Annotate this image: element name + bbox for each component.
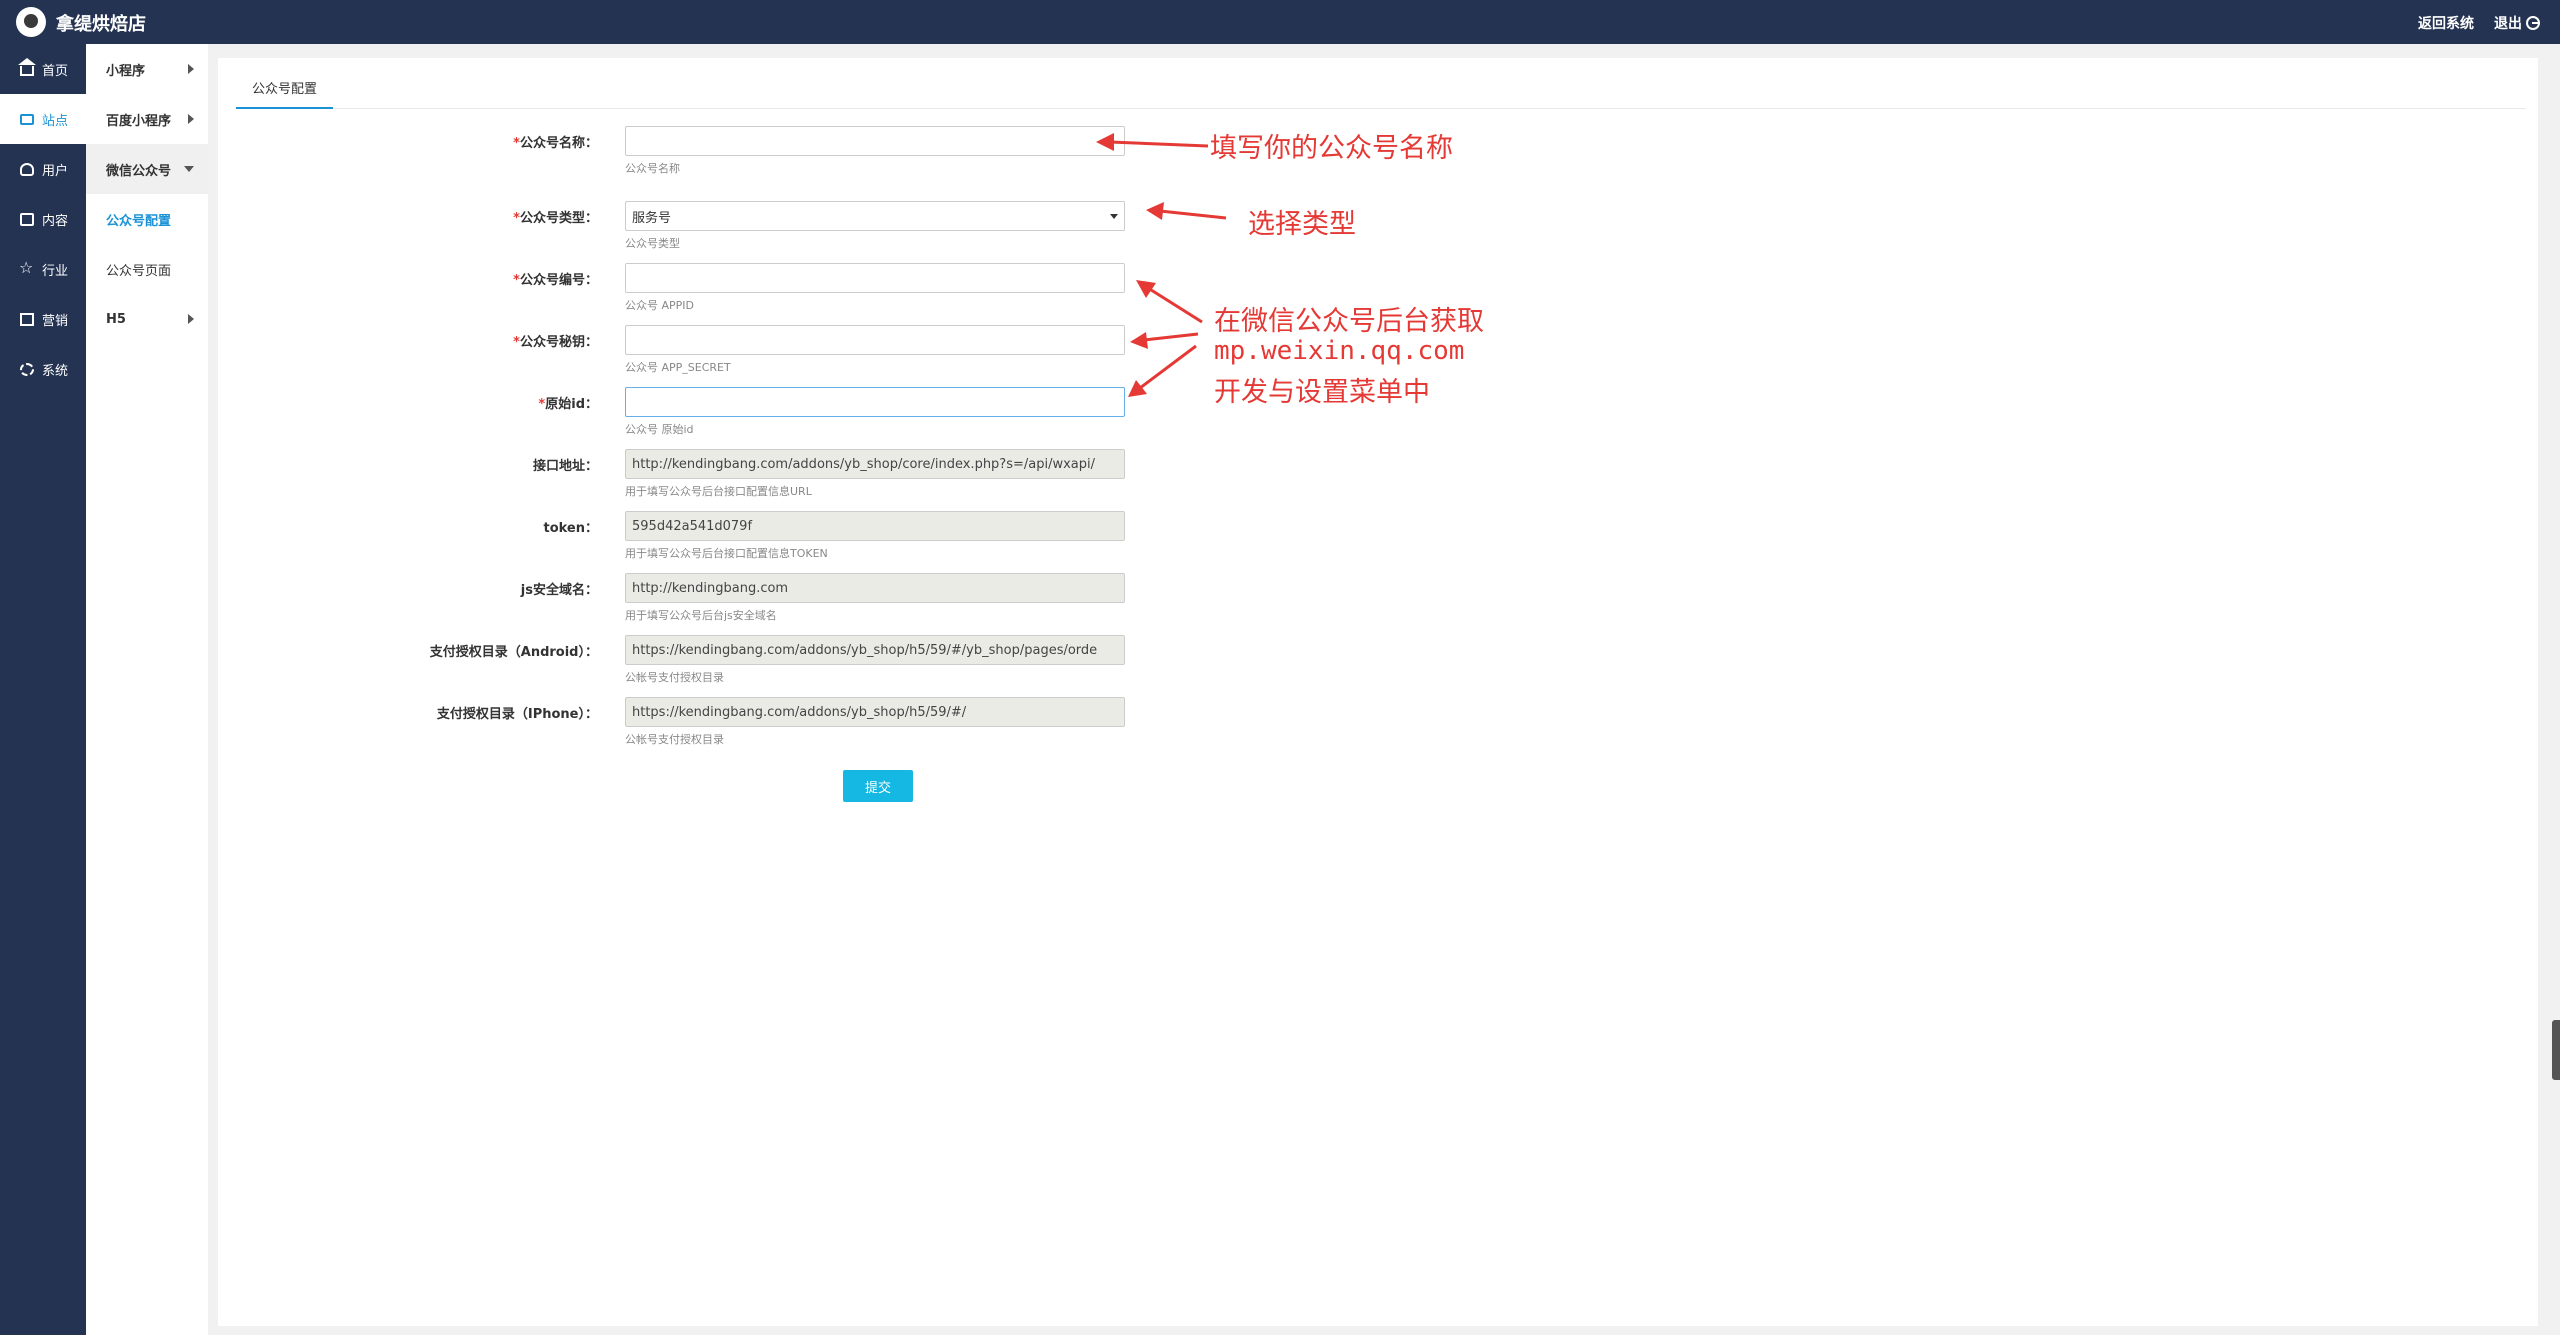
arrowhead (1096, 133, 1114, 151)
annotation-source-line3: 开发与设置菜单中 (1214, 377, 1430, 408)
arrow-name (1109, 140, 1209, 148)
arrowhead (1128, 380, 1147, 397)
annotation-type-hint: 选择类型 (1248, 209, 1356, 240)
arrowhead (1146, 202, 1164, 220)
arrow-type (1159, 209, 1227, 220)
annotation-source-line1: 在微信公众号后台获取 (1214, 306, 1484, 337)
arrow-secret (1143, 332, 1199, 342)
arrowhead (1136, 280, 1156, 298)
annotation-arrows (1096, 133, 1227, 397)
side-scroll-handle[interactable] (2552, 1020, 2560, 1080)
arrow-original-id (1139, 344, 1197, 390)
annotation-name-hint: 填写你的公众号名称 (1210, 133, 1453, 164)
annotation-source-line2: mp.weixin.qq.com (1214, 336, 1465, 366)
arrow-appid (1147, 286, 1203, 324)
arrowhead (1130, 332, 1148, 349)
